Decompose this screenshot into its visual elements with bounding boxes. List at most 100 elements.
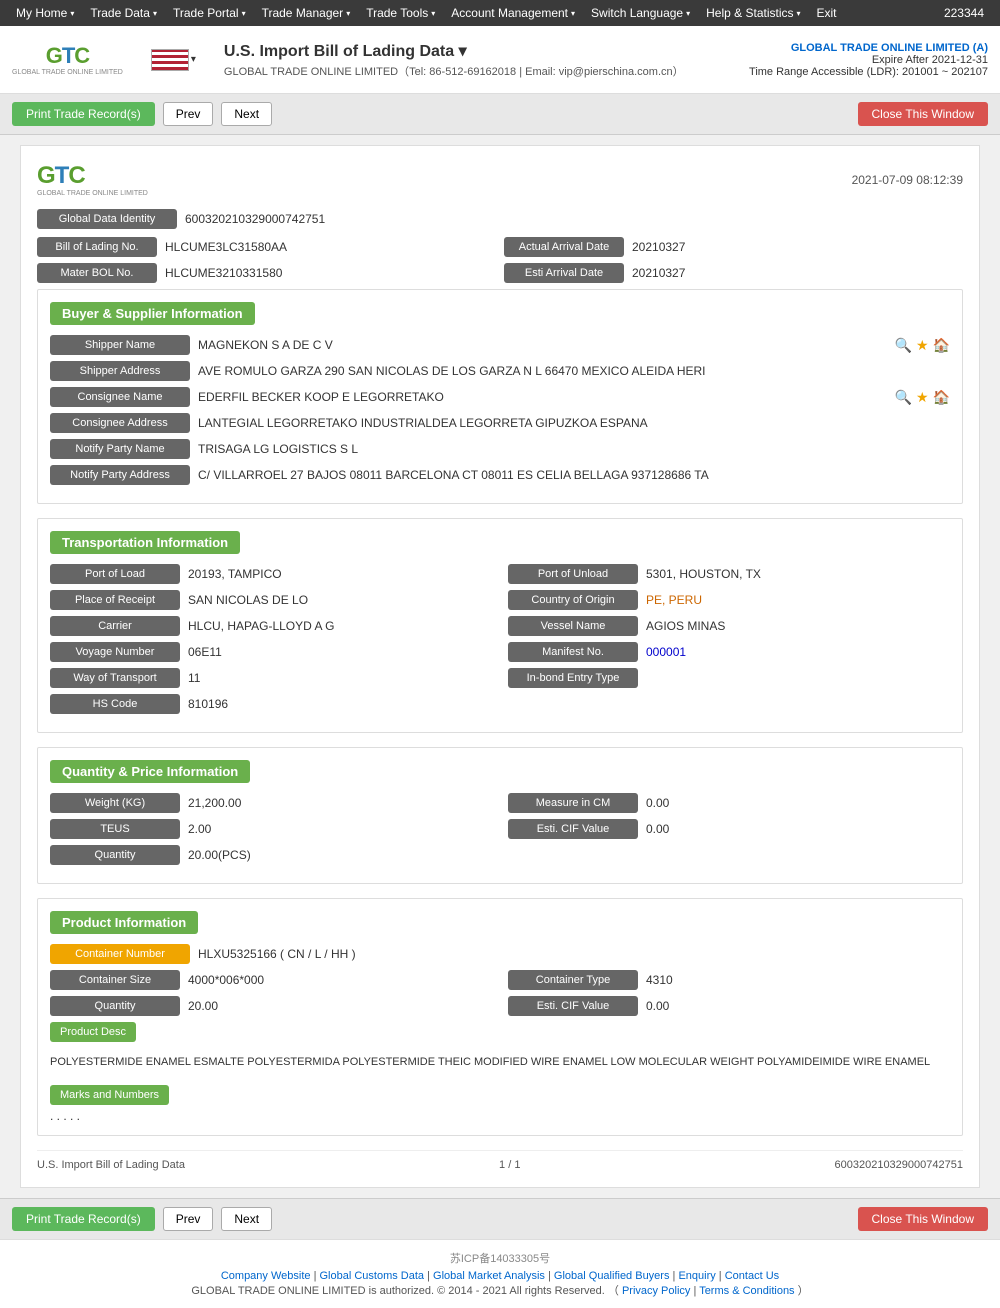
star-icon[interactable]: ★ <box>916 389 929 406</box>
shipper-name-row: Shipper Name MAGNEKON S A DE C V 🔍 ★ 🏠 <box>50 335 950 355</box>
mater-bol-row: Mater BOL No. HLCUME3210331580 Esti Arri… <box>37 263 963 283</box>
prev-button[interactable]: Prev <box>163 102 214 126</box>
teus-row: TEUS 2.00 <box>50 819 492 839</box>
marks-label: Marks and Numbers <box>50 1085 169 1105</box>
global-identity-value: 600320210329000742751 <box>185 212 325 226</box>
nav-trade-manager[interactable]: Trade Manager ▾ <box>254 6 359 20</box>
teus-label: TEUS <box>50 819 180 839</box>
product-quantity-row: Quantity 20.00 <box>50 996 492 1016</box>
container-size-value: 4000*006*000 <box>188 973 264 987</box>
close-window-button-bottom[interactable]: Close This Window <box>858 1207 988 1231</box>
top-toolbar: Print Trade Record(s) Prev Next Close Th… <box>0 94 1000 135</box>
footer-link-buyers[interactable]: Global Qualified Buyers <box>554 1270 670 1282</box>
next-button-bottom[interactable]: Next <box>221 1207 272 1231</box>
home-icon[interactable]: 🏠 <box>933 389 950 406</box>
container-type-label: Container Type <box>508 970 638 990</box>
consignee-address-row: Consignee Address LANTEGIAL LEGORRETAKO … <box>50 413 950 433</box>
header: GTC GLOBAL TRADE ONLINE LIMITED ▾ U.S. I… <box>0 26 1000 94</box>
port-of-unload-value: 5301, HOUSTON, TX <box>646 567 761 581</box>
print-button-bottom[interactable]: Print Trade Record(s) <box>12 1207 155 1231</box>
chevron-down-icon: ▾ <box>242 9 246 18</box>
voyage-number-value: 06E11 <box>188 645 222 659</box>
measure-in-cm-label: Measure in CM <box>508 793 638 813</box>
star-icon[interactable]: ★ <box>916 337 929 354</box>
weight-value: 21,200.00 <box>188 796 241 810</box>
footer-link-company[interactable]: Company Website <box>221 1270 311 1282</box>
terms-conditions-link[interactable]: Terms & Conditions <box>699 1285 794 1297</box>
quantity-price-section: Quantity & Price Information Weight (KG)… <box>37 747 963 884</box>
chevron-down-icon: ▾ <box>346 9 350 18</box>
country-of-origin-label: Country of Origin <box>508 590 638 610</box>
print-button[interactable]: Print Trade Record(s) <box>12 102 155 126</box>
logo-area: GTC GLOBAL TRADE ONLINE LIMITED <box>12 43 123 76</box>
nav-help-statistics[interactable]: Help & Statistics ▾ <box>698 6 808 20</box>
esti-cif-value-label: Esti. CIF Value <box>508 819 638 839</box>
next-button[interactable]: Next <box>221 102 272 126</box>
footer-copyright: GLOBAL TRADE ONLINE LIMITED is authorize… <box>10 1282 990 1298</box>
search-icon[interactable]: 🔍 <box>895 389 912 406</box>
shipper-name-value: MAGNEKON S A DE C V <box>198 338 887 352</box>
container-type-row: Container Type 4310 <box>508 970 950 990</box>
vessel-name-label: Vessel Name <box>508 616 638 636</box>
shipper-address-label: Shipper Address <box>50 361 190 381</box>
container-number-label: Container Number <box>50 944 190 964</box>
close-window-button[interactable]: Close This Window <box>858 102 988 126</box>
container-number-value: HLXU5325166 ( CN / L / HH ) <box>198 947 950 961</box>
esti-arrival-label: Esti Arrival Date <box>504 263 624 283</box>
port-of-unload-row: Port of Unload 5301, HOUSTON, TX <box>508 564 950 584</box>
esti-arrival-date-row: Esti Arrival Date 20210327 <box>504 263 963 283</box>
chevron-down-icon: ▾ <box>153 9 157 18</box>
nav-trade-tools[interactable]: Trade Tools ▾ <box>358 6 443 20</box>
way-of-transport-row: Way of Transport 11 <box>50 668 492 688</box>
doc-footer-page: 1 / 1 <box>499 1159 520 1171</box>
doc-logo: GTC GLOBAL TRADE ONLINE LIMITED <box>37 162 148 197</box>
quantity-price-section-title: Quantity & Price Information <box>50 760 250 783</box>
place-of-receipt-label: Place of Receipt <box>50 590 180 610</box>
hs-code-label: HS Code <box>50 694 180 714</box>
global-identity-row: Global Data Identity 6003202103290007427… <box>37 209 963 229</box>
footer-link-customs[interactable]: Global Customs Data <box>320 1270 425 1282</box>
footer-links: Company Website | Global Customs Data | … <box>10 1270 990 1282</box>
port-of-load-label: Port of Load <box>50 564 180 584</box>
teus-value: 2.00 <box>188 822 211 836</box>
mater-bol-left: Mater BOL No. HLCUME3210331580 <box>37 263 496 283</box>
nav-switch-language[interactable]: Switch Language ▾ <box>583 6 698 20</box>
notify-party-name-row: Notify Party Name TRISAGA LG LOGISTICS S… <box>50 439 950 459</box>
header-account-info: GLOBAL TRADE ONLINE LIMITED (A) Expire A… <box>749 42 988 78</box>
port-of-load-row: Port of Load 20193, TAMPICO <box>50 564 492 584</box>
footer-link-contact[interactable]: Contact Us <box>725 1270 779 1282</box>
product-desc-value: POLYESTERMIDE ENAMEL ESMALTE POLYESTERMI… <box>50 1048 950 1077</box>
consignee-icons: 🔍 ★ 🏠 <box>895 389 950 406</box>
doc-footer-right: 600320210329000742751 <box>835 1159 963 1171</box>
home-icon[interactable]: 🏠 <box>933 337 950 354</box>
nav-account-management[interactable]: Account Management ▾ <box>443 6 583 20</box>
bottom-toolbar: Print Trade Record(s) Prev Next Close Th… <box>0 1198 1000 1239</box>
notify-party-address-value: C/ VILLARROEL 27 BAJOS 08011 BARCELONA C… <box>198 468 950 482</box>
measure-in-cm-row: Measure in CM 0.00 <box>508 793 950 813</box>
weight-row: Weight (KG) 21,200.00 <box>50 793 492 813</box>
prev-button-bottom[interactable]: Prev <box>163 1207 214 1231</box>
nav-exit[interactable]: Exit <box>809 6 845 20</box>
product-quantity-value: 20.00 <box>188 999 218 1013</box>
container-number-row: Container Number HLXU5325166 ( CN / L / … <box>50 944 950 964</box>
product-desc-label: Product Desc <box>50 1022 136 1042</box>
top-navigation: My Home ▾ Trade Data ▾ Trade Portal ▾ Tr… <box>0 0 1000 26</box>
notify-party-name-label: Notify Party Name <box>50 439 190 459</box>
footer-link-market[interactable]: Global Market Analysis <box>433 1270 545 1282</box>
nav-trade-data[interactable]: Trade Data ▾ <box>82 6 165 20</box>
product-section-title: Product Information <box>50 911 198 934</box>
buyer-supplier-section: Buyer & Supplier Information Shipper Nam… <box>37 289 963 504</box>
nav-trade-portal[interactable]: Trade Portal ▾ <box>165 6 254 20</box>
flag-dropdown[interactable]: ▾ <box>151 49 196 71</box>
expire-info: Expire After 2021-12-31 <box>749 54 988 66</box>
search-icon[interactable]: 🔍 <box>895 337 912 354</box>
vessel-name-value: AGIOS MINAS <box>646 619 725 633</box>
quantity-row: Quantity 20.00(PCS) <box>50 845 492 865</box>
product-section: Product Information Container Number HLX… <box>37 898 963 1136</box>
quantity-label: Quantity <box>50 845 180 865</box>
hs-code-value: 810196 <box>188 697 228 711</box>
consignee-name-value: EDERFIL BECKER KOOP E LEGORRETAKO <box>198 390 887 404</box>
privacy-policy-link[interactable]: Privacy Policy <box>622 1285 690 1297</box>
nav-my-home[interactable]: My Home ▾ <box>8 6 82 20</box>
footer-link-enquiry[interactable]: Enquiry <box>678 1270 715 1282</box>
